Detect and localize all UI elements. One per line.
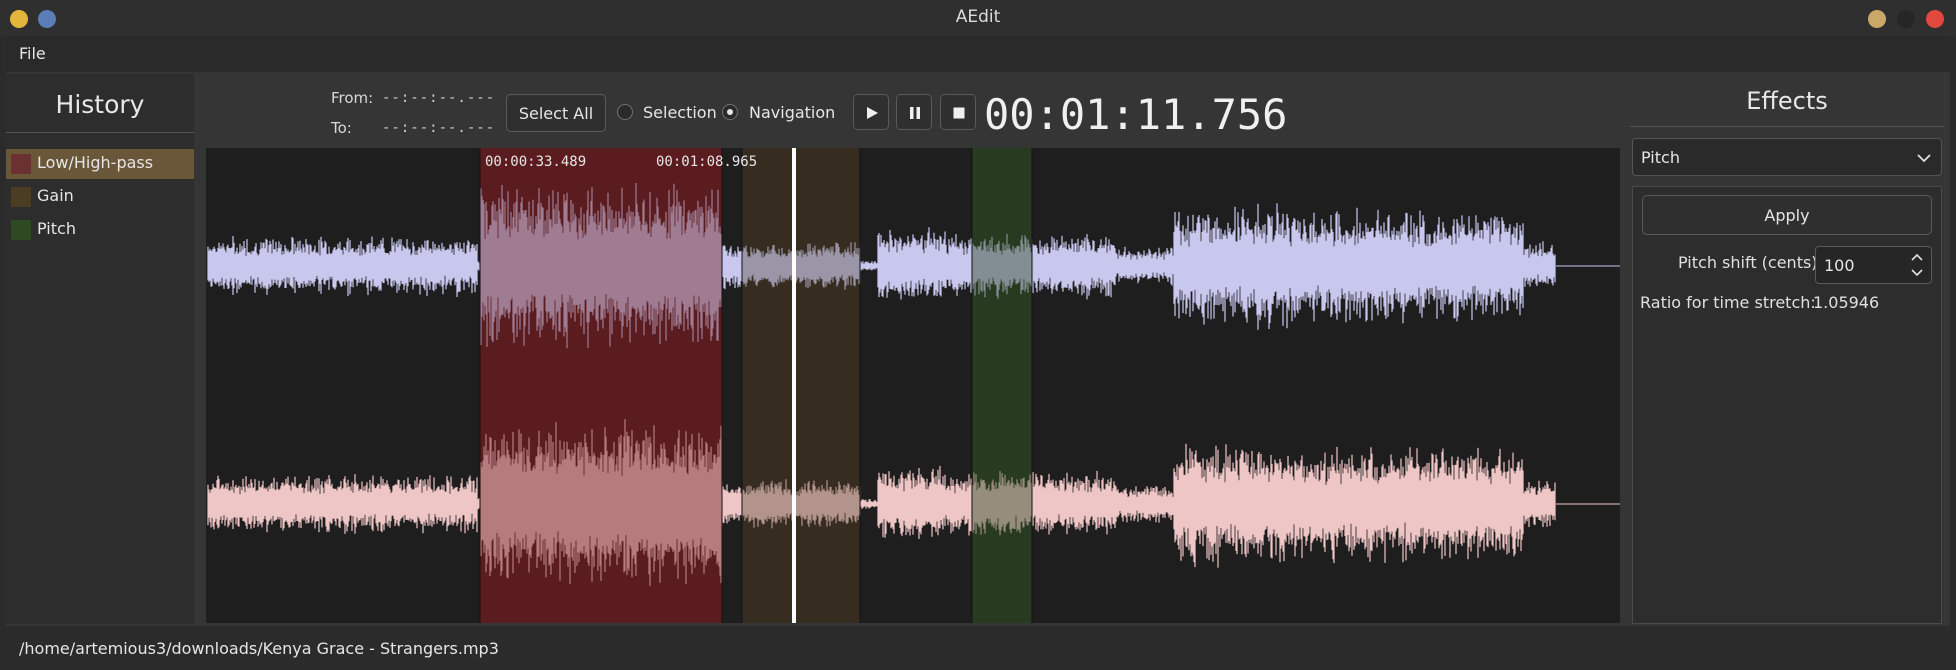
spin-up-icon[interactable] <box>1911 253 1923 261</box>
status-bar: /home/artemious3/downloads/Kenya Grace -… <box>0 626 1956 670</box>
current-time-display: 00:01:11.756 <box>984 90 1288 139</box>
ratio-value: 1.05946 <box>1813 293 1880 312</box>
ratio-label: Ratio for time stretch: <box>1640 293 1816 312</box>
pitch-shift-spinbox[interactable]: 100 <box>1815 246 1932 284</box>
history-color-swatch <box>11 154 31 174</box>
navigation-radio-label[interactable]: Navigation <box>749 103 835 122</box>
region-start-label: 00:00:33.489 <box>485 154 587 170</box>
selection-radio[interactable] <box>617 104 633 120</box>
pause-icon <box>910 107 920 119</box>
history-panel: History Low/High-pass Gain Pitch <box>6 74 194 624</box>
stop-icon <box>953 107 965 119</box>
play-icon <box>867 107 878 119</box>
effects-title: Effects <box>1746 87 1828 115</box>
pause-button[interactable] <box>896 94 932 130</box>
effect-parameters-panel: Apply Pitch shift (cents) 100 Ratio for … <box>1632 186 1942 624</box>
history-item-low-high-pass[interactable]: Low/High-pass <box>6 149 194 179</box>
history-color-swatch <box>11 187 31 207</box>
gain-tint <box>742 148 860 623</box>
history-item-label: Gain <box>37 186 74 205</box>
history-title: History <box>55 90 145 119</box>
pitch-shift-value: 100 <box>1824 256 1855 275</box>
bottom-channel-waveform <box>207 419 1556 586</box>
title-bar: AEdit <box>0 0 1956 36</box>
select-all-label: Select All <box>518 104 594 123</box>
radio-checked-dot <box>727 109 733 115</box>
to-time-field: --:--:--.--- <box>382 120 496 136</box>
region-end-label: 00:01:08.965 <box>656 154 758 170</box>
effect-dropdown[interactable]: Pitch <box>1632 138 1942 176</box>
effects-divider <box>1630 126 1944 127</box>
waveform-canvas[interactable] <box>206 148 1620 623</box>
menu-bar: File <box>6 36 1950 72</box>
top-channel-waveform <box>207 183 1556 349</box>
file-path-label: /home/artemious3/downloads/Kenya Grace -… <box>19 639 499 658</box>
apply-button[interactable]: Apply <box>1642 195 1932 235</box>
history-item-label: Low/High-pass <box>37 153 154 172</box>
chevron-down-icon <box>1917 154 1931 163</box>
waveform-view[interactable]: 00:00:33.489 00:01:08.965 <box>206 148 1620 623</box>
window-title: AEdit <box>955 7 1001 27</box>
apply-label: Apply <box>1764 206 1810 225</box>
low-high-pass-tint <box>480 148 722 623</box>
play-button[interactable] <box>853 94 889 130</box>
select-all-button[interactable]: Select All <box>506 94 606 132</box>
to-label: To: <box>331 119 352 137</box>
history-item-gain[interactable]: Gain <box>6 182 194 212</box>
effect-dropdown-value: Pitch <box>1641 148 1680 167</box>
close-button[interactable] <box>1926 10 1944 28</box>
from-time-field: --:--:--.--- <box>382 90 496 106</box>
pitch-shift-label: Pitch shift (cents) <box>1678 253 1818 272</box>
maximize-button[interactable] <box>1897 10 1915 28</box>
from-label: From: <box>331 89 374 107</box>
spin-down-icon[interactable] <box>1911 269 1923 277</box>
playhead-cursor[interactable] <box>792 148 796 623</box>
stop-button[interactable] <box>940 94 976 130</box>
history-item-label: Pitch <box>37 219 76 238</box>
pitch-tint <box>972 148 1032 623</box>
history-item-pitch[interactable]: Pitch <box>6 215 194 245</box>
menu-file[interactable]: File <box>19 44 46 63</box>
history-color-swatch <box>11 220 31 240</box>
minimize-button[interactable] <box>1868 10 1886 28</box>
effects-panel: Effects Pitch Apply Pitch shift (cents) … <box>1630 74 1944 624</box>
history-divider <box>6 132 194 133</box>
selection-radio-label[interactable]: Selection <box>643 103 717 122</box>
navigation-radio[interactable] <box>722 104 738 120</box>
